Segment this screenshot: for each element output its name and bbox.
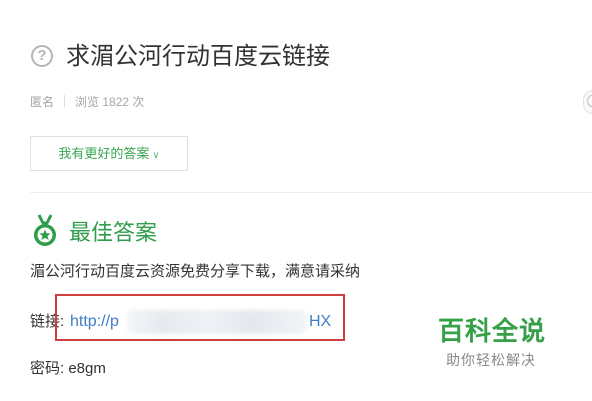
password-line: 密码: e8gm xyxy=(30,358,106,380)
side-help-icon[interactable] xyxy=(583,90,592,114)
answer-intro: 湄公河行动百度云资源免费分享下载，满意请采纳 xyxy=(30,263,361,280)
views-label: 浏览 xyxy=(75,95,100,109)
password-label: 密码: xyxy=(30,360,65,377)
watermark-slogan: 助你轻松解决 xyxy=(446,352,536,368)
section-divider xyxy=(30,192,592,193)
link-highlight-box xyxy=(55,294,345,341)
best-answer-heading: 最佳答案 xyxy=(69,220,158,245)
better-answer-label: 我有更好的答案 xyxy=(58,146,150,161)
author-name: 匿名 xyxy=(30,95,55,109)
watermark-logo-text: 百科全说 xyxy=(438,316,547,346)
meta-divider xyxy=(64,95,66,107)
question-title: 求湄公河行动百度云链接 xyxy=(66,43,330,70)
chevron-down-icon: ∨ xyxy=(152,150,160,161)
medal-icon xyxy=(34,214,56,246)
views-unit: 次 xyxy=(132,95,145,109)
question-meta: 匿名 浏览 1822 次 xyxy=(30,93,144,111)
views-count: 1822 xyxy=(102,95,130,109)
better-answer-button[interactable]: 我有更好的答案 ∨ xyxy=(30,136,188,171)
password-value: e8gm xyxy=(68,360,106,377)
question-circle-icon: ? xyxy=(31,45,53,67)
